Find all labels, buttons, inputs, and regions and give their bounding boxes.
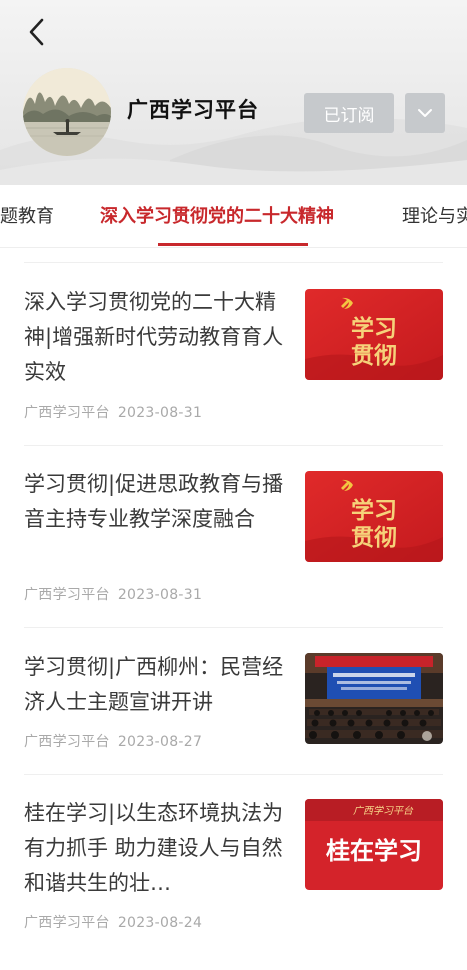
article-thumbnail[interactable]: 学习 贯彻 <box>305 289 443 380</box>
study-implement-banner: 学习 贯彻 <box>305 471 443 562</box>
article-title[interactable]: 学习贯彻|促进思政教育与播音主持专业教学深度融合 <box>24 467 286 537</box>
article-meta: 广西学习平台 2023-08-31 <box>24 584 202 604</box>
channel-avatar[interactable] <box>23 68 111 156</box>
article-source: 广西学习平台 <box>24 587 110 603</box>
karst-landscape-image <box>23 68 111 156</box>
article-date: 2023-08-27 <box>117 734 203 750</box>
divider <box>24 445 443 446</box>
thumb-logo-text: 广西学习平台 <box>353 805 414 817</box>
article-source: 广西学习平台 <box>24 915 110 931</box>
tab-theory-practice[interactable]: 理论与实践 <box>402 202 467 228</box>
thumb-line-1: 学习 <box>351 315 397 342</box>
article-title[interactable]: 桂在学习|以生态环境执法为有力抓手 助力建设人与自然和谐共生的壮… <box>24 796 286 901</box>
divider <box>24 774 443 775</box>
thumb-line-1: 学习 <box>351 497 397 524</box>
divider <box>24 627 443 628</box>
article-title[interactable]: 学习贯彻|广西柳州：民营经济人士主题宣讲开讲 <box>24 650 286 720</box>
article-title[interactable]: 深入学习贯彻党的二十大精神|增强新时代劳动教育育人实效 <box>24 285 286 390</box>
conference-hall-photo <box>305 653 443 744</box>
article-date: 2023-08-31 <box>117 587 203 603</box>
back-button[interactable] <box>20 14 52 50</box>
article-meta: 广西学习平台 2023-08-27 <box>24 731 202 751</box>
tab-twentieth-congress-spirit[interactable]: 深入学习贯彻党的二十大精神 <box>100 202 334 228</box>
gui-zai-xuexi-banner: 广西学习平台 桂在学习 <box>305 799 443 890</box>
divider <box>24 262 443 263</box>
thumb-line-2: 贯彻 <box>351 524 397 551</box>
channel-header: 广西学习平台 已订阅 <box>0 0 467 185</box>
article-date: 2023-08-24 <box>117 915 203 931</box>
article-thumbnail[interactable]: 学习 贯彻 <box>305 471 443 562</box>
article-source: 广西学习平台 <box>24 405 110 421</box>
article-thumbnail[interactable] <box>305 653 443 744</box>
category-tabs: 主题教育 深入学习贯彻党的二十大精神 理论与实践 <box>0 185 467 248</box>
active-tab-indicator <box>158 243 308 246</box>
chevron-left-icon <box>29 18 44 46</box>
chevron-down-icon <box>418 109 432 117</box>
article-source: 广西学习平台 <box>24 734 110 750</box>
subscribed-button[interactable]: 已订阅 <box>304 93 394 133</box>
channel-name: 广西学习平台 <box>127 97 259 122</box>
thumb-headline: 桂在学习 <box>326 837 422 865</box>
more-options-button[interactable] <box>405 93 445 133</box>
article-meta: 广西学习平台 2023-08-31 <box>24 402 202 422</box>
tab-theme-education[interactable]: 主题教育 <box>0 202 54 228</box>
article-meta: 广西学习平台 2023-08-24 <box>24 912 202 932</box>
article-thumbnail[interactable]: 广西学习平台 桂在学习 <box>305 799 443 890</box>
article-date: 2023-08-31 <box>117 405 203 421</box>
thumb-line-2: 贯彻 <box>351 342 397 369</box>
study-implement-banner: 学习 贯彻 <box>305 289 443 380</box>
